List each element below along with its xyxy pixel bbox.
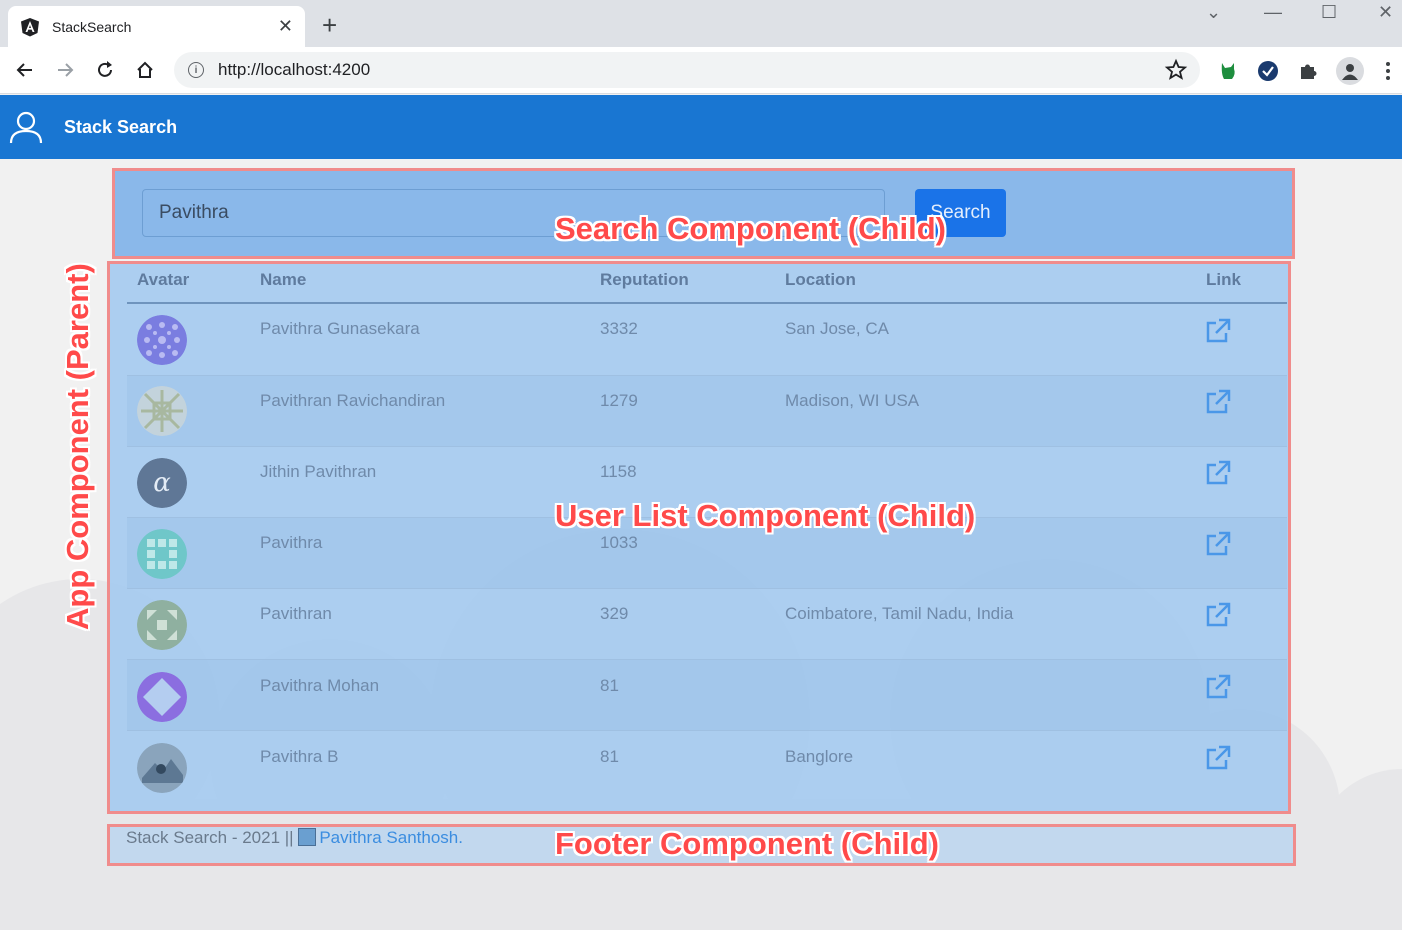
header-link: Link	[1206, 270, 1241, 289]
user-location: San Jose, CA	[785, 319, 889, 338]
user-reputation: 1279	[600, 391, 638, 410]
footer-suffix: .	[458, 828, 463, 847]
avatar	[137, 600, 187, 650]
user-name: Jithin Pavithran	[260, 462, 377, 481]
check-extension-icon[interactable]	[1256, 59, 1280, 83]
user-name: Pavithra B	[260, 747, 339, 766]
header-name: Name	[260, 270, 307, 289]
svg-text:α: α	[153, 468, 171, 498]
user-location: Madison, WI USA	[785, 391, 920, 410]
tab-title: StackSearch	[52, 18, 132, 35]
maximize-icon[interactable]: ☐	[1321, 2, 1337, 23]
cat-extension-icon[interactable]	[1216, 59, 1240, 83]
user-name: Pavithran Ravichandiran	[260, 391, 446, 410]
tab-close-icon[interactable]: ✕	[278, 16, 293, 37]
browser-tabstrip: StackSearch ✕ + ⌄ — ☐ ✕	[0, 0, 1402, 47]
menu-kebab-icon[interactable]	[1376, 59, 1400, 83]
avatar	[137, 672, 187, 722]
user-name: Pavithran	[260, 604, 332, 623]
forward-icon[interactable]	[52, 57, 78, 83]
angular-icon	[21, 17, 39, 36]
external-link-icon[interactable]	[1205, 745, 1231, 771]
user-name: Pavithra Mohan	[260, 676, 380, 695]
new-tab-icon[interactable]: +	[322, 12, 337, 38]
bookmark-star-icon[interactable]	[1164, 58, 1188, 82]
user-reputation: 3332	[600, 319, 638, 338]
footer-copyright: Stack Search - 2021 ||	[126, 828, 299, 847]
annotation-user-list-component: User List Component (Child)	[555, 498, 976, 533]
header-reputation: Reputation	[600, 270, 689, 289]
profile-avatar-icon[interactable]	[1336, 57, 1364, 85]
home-icon[interactable]	[132, 57, 158, 83]
user-reputation: 81	[600, 747, 619, 766]
app-brand[interactable]: Stack Search	[64, 117, 177, 138]
avatar: α	[137, 458, 187, 508]
author-avatar-icon	[298, 828, 317, 846]
browser-tab[interactable]: StackSearch ✕	[8, 6, 305, 47]
tab-search-icon[interactable]: ⌄	[1206, 2, 1221, 23]
minimize-icon[interactable]: —	[1264, 2, 1282, 23]
address-bar[interactable]: i http://localhost:4200	[174, 52, 1200, 88]
external-link-icon[interactable]	[1205, 531, 1231, 557]
user-location: Banglore	[785, 747, 854, 766]
user-reputation: 329	[600, 604, 629, 623]
user-reputation: 1033	[600, 533, 638, 552]
user-name: Pavithra Gunasekara	[260, 319, 420, 338]
browser-toolbar: i http://localhost:4200	[0, 47, 1402, 94]
url-text: http://localhost:4200	[218, 60, 371, 79]
annotation-search-component: Search Component (Child)	[555, 211, 946, 246]
external-link-icon[interactable]	[1205, 602, 1231, 628]
external-link-icon[interactable]	[1205, 318, 1231, 344]
back-icon[interactable]	[12, 57, 38, 83]
user-reputation: 81	[600, 676, 619, 695]
header-location: Location	[785, 270, 856, 289]
annotation-footer-component: Footer Component (Child)	[555, 826, 939, 861]
external-link-icon[interactable]	[1205, 389, 1231, 415]
user-name: Pavithra	[260, 533, 323, 552]
avatar	[137, 386, 187, 436]
avatar	[137, 529, 187, 579]
avatar	[137, 315, 187, 365]
user-icon[interactable]	[8, 109, 44, 145]
table-row	[127, 731, 1287, 803]
table-row	[127, 376, 1287, 447]
user-reputation: 1158	[600, 462, 637, 481]
table-row	[127, 589, 1287, 660]
table-row	[127, 305, 1287, 376]
window-close-icon[interactable]: ✕	[1378, 2, 1393, 23]
header-avatar: Avatar	[137, 270, 190, 289]
external-link-icon[interactable]	[1205, 460, 1231, 486]
app-header: Stack Search	[0, 95, 1402, 159]
author-link[interactable]: Pavithra Santhosh	[319, 828, 458, 847]
footer-text: Stack Search - 2021 || Pavithra Santhosh…	[126, 828, 463, 848]
annotation-app-component: App Component (Parent)	[60, 263, 95, 630]
reload-icon[interactable]	[92, 57, 118, 83]
extensions-puzzle-icon[interactable]	[1296, 59, 1320, 83]
external-link-icon[interactable]	[1205, 674, 1231, 700]
avatar	[137, 743, 187, 793]
user-location: Coimbatore, Tamil Nadu, India	[785, 604, 1014, 623]
site-info-icon[interactable]: i	[188, 62, 204, 78]
